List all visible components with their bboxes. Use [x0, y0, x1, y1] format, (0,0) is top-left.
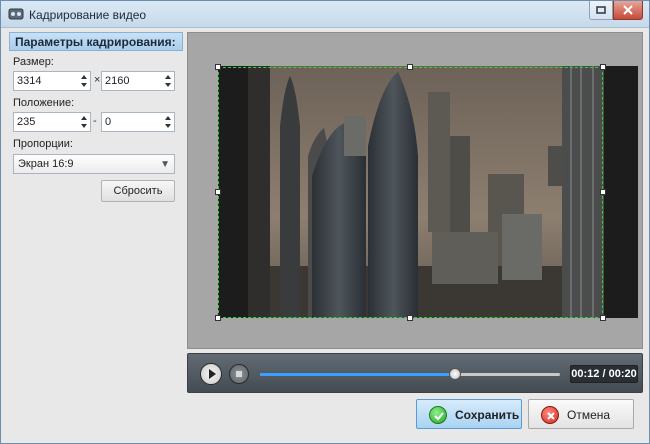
spinner-arrows-icon[interactable] — [164, 115, 172, 129]
film-icon — [8, 7, 24, 21]
cancel-button[interactable]: Отмена — [528, 399, 634, 429]
video-preview — [187, 32, 643, 349]
width-input[interactable]: 3314 — [13, 71, 91, 91]
spinner-arrows-icon[interactable] — [80, 74, 88, 88]
panel-header: Параметры кадрирования: — [9, 32, 183, 51]
time-display: 00:12 / 00:20 — [570, 365, 638, 383]
position-y-value: 0 — [105, 116, 112, 128]
save-button[interactable]: Сохранить — [416, 399, 522, 429]
height-input[interactable]: 2160 — [101, 71, 175, 91]
title-bar[interactable]: Кадрирование видео — [1, 1, 649, 28]
seek-bar[interactable] — [260, 368, 560, 380]
crop-handle-left[interactable] — [215, 189, 221, 195]
crop-handle-top-left[interactable] — [215, 64, 221, 70]
window-title: Кадрирование видео — [29, 8, 147, 22]
restore-icon — [596, 6, 606, 14]
spinner-arrows-icon[interactable] — [80, 115, 88, 129]
crop-handle-top[interactable] — [407, 64, 413, 70]
position-x-input[interactable]: 235 — [13, 112, 91, 132]
crop-handle-top-right[interactable] — [600, 64, 606, 70]
player-controls: 00:12 / 00:20 — [187, 353, 643, 393]
spinner-arrows-icon[interactable] — [164, 74, 172, 88]
close-button[interactable] — [613, 1, 643, 20]
cancel-label: Отмена — [567, 408, 611, 422]
crop-handle-bottom-left[interactable] — [215, 315, 221, 321]
seek-progress — [260, 373, 455, 376]
aspect-label: Пропорции: — [13, 138, 73, 150]
stop-button[interactable] — [229, 364, 249, 384]
cancel-icon — [541, 406, 559, 424]
save-label: Сохранить — [455, 408, 520, 422]
crop-handle-right[interactable] — [600, 189, 606, 195]
aspect-select[interactable]: Экран 16:9 ▼ — [13, 154, 175, 174]
close-icon — [623, 5, 633, 15]
chevron-down-icon: ▼ — [160, 159, 170, 170]
position-label: Положение: — [13, 97, 75, 109]
size-label: Размер: — [13, 56, 54, 68]
position-y-input[interactable]: 0 — [101, 112, 175, 132]
crop-video-window: Кадрирование видео Параметры кадрировани… — [0, 0, 650, 444]
crop-rectangle[interactable] — [218, 67, 603, 318]
position-separator: - — [93, 115, 97, 127]
height-value: 2160 — [105, 75, 130, 87]
crop-handle-bottom-right[interactable] — [600, 315, 606, 321]
position-x-value: 235 — [17, 116, 36, 128]
aspect-value: Экран 16:9 — [18, 158, 74, 170]
width-value: 3314 — [17, 75, 42, 87]
seek-thumb[interactable] — [449, 368, 461, 380]
reset-button[interactable]: Сбросить — [101, 180, 175, 202]
size-separator: × — [94, 74, 101, 86]
play-icon — [209, 369, 216, 379]
check-icon — [429, 406, 447, 424]
crop-handle-bottom[interactable] — [407, 315, 413, 321]
play-button[interactable] — [200, 363, 222, 385]
crop-settings-panel: Параметры кадрирования: Размер: 3314 × 2… — [9, 32, 183, 402]
stop-icon — [236, 371, 242, 377]
restore-button[interactable] — [589, 1, 613, 20]
